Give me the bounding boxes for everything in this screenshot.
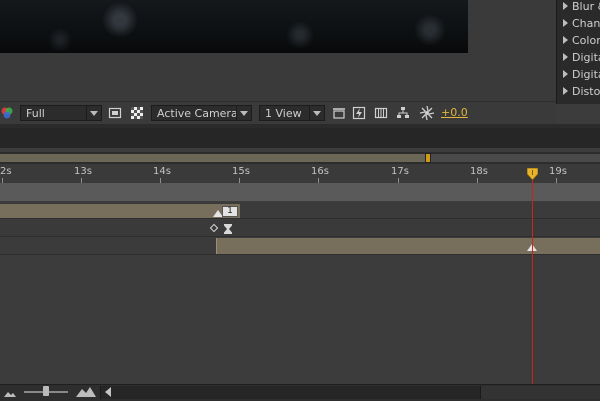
effect-category-label: Chann xyxy=(572,17,600,30)
exposure-icon[interactable] xyxy=(420,106,434,120)
viewer-toolbar: Full Active Camera 1 View +0.0 xyxy=(0,101,556,124)
timeline-empty-area[interactable] xyxy=(0,256,600,384)
effect-category-label: Color xyxy=(572,34,600,47)
effect-category-item[interactable]: Digita xyxy=(563,68,600,82)
effect-category-label: Distor xyxy=(572,85,600,98)
scrollbar-thumb[interactable] xyxy=(480,386,600,399)
work-area-range[interactable] xyxy=(0,154,428,162)
exposure-value[interactable]: +0.0 xyxy=(441,106,468,119)
hold-keyframe-icon[interactable] xyxy=(224,224,232,234)
zoom-slider-thumb[interactable] xyxy=(43,386,49,396)
ruler-label: 19s xyxy=(549,166,567,177)
layer-duration-bar[interactable] xyxy=(0,204,240,218)
work-area-end-handle[interactable] xyxy=(425,153,431,163)
resolution-value: Full xyxy=(26,107,45,120)
expand-triangle-icon[interactable] xyxy=(563,2,568,10)
layer-duration-bar[interactable] xyxy=(216,238,600,254)
layer-track[interactable] xyxy=(0,220,600,237)
expand-triangle-icon[interactable] xyxy=(563,19,568,27)
region-of-interest-icon[interactable] xyxy=(108,106,122,120)
chevron-down-icon xyxy=(86,106,101,120)
current-time-indicator-line[interactable] xyxy=(532,176,533,384)
composition-preview-image[interactable] xyxy=(0,0,468,53)
work-area-remaining xyxy=(428,154,600,162)
layer-marker-badge[interactable]: 1 xyxy=(222,206,238,217)
ruler-label: 2s xyxy=(0,166,12,177)
effect-category-item[interactable]: Distor xyxy=(563,85,600,99)
timeline-panel-header xyxy=(0,128,600,148)
effect-category-item[interactable]: Chann xyxy=(563,17,600,31)
chevron-down-icon xyxy=(236,106,251,120)
zoom-in-icon[interactable] xyxy=(76,385,96,397)
expand-triangle-icon[interactable] xyxy=(563,36,568,44)
expand-triangle-icon[interactable] xyxy=(563,87,568,95)
effects-presets-panel: Blur & Chann Color Digita Digita Distor xyxy=(556,0,600,104)
camera-value: Active Camera xyxy=(157,107,238,120)
chevron-down-icon xyxy=(309,106,324,120)
ruler-label: 15s xyxy=(232,166,250,177)
scroll-left-arrow-icon[interactable] xyxy=(104,387,112,397)
expand-triangle-icon[interactable] xyxy=(563,70,568,78)
ruler-label: 18s xyxy=(470,166,488,177)
view-layout-dropdown[interactable]: 1 View xyxy=(259,105,325,121)
time-navigator-band[interactable] xyxy=(0,183,600,201)
effect-category-item[interactable]: Color xyxy=(563,34,600,48)
expand-triangle-icon[interactable] xyxy=(563,53,568,61)
toggle-pixel-aspect-icon[interactable] xyxy=(332,106,346,120)
color-channels-icon[interactable] xyxy=(0,106,14,120)
zoom-out-icon[interactable] xyxy=(4,387,16,397)
timeline-icon[interactable] xyxy=(374,106,388,120)
effect-category-label: Blur & xyxy=(572,0,600,13)
camera-dropdown[interactable]: Active Camera xyxy=(151,105,252,121)
effect-category-item[interactable]: Digita xyxy=(563,51,600,65)
effect-category-item[interactable]: Blur & xyxy=(563,0,600,14)
resolution-dropdown[interactable]: Full xyxy=(20,105,102,121)
view-layout-value: 1 View xyxy=(265,107,302,120)
ruler-label: 16s xyxy=(311,166,329,177)
ruler-label: 17s xyxy=(391,166,409,177)
transparency-grid-icon[interactable] xyxy=(130,106,144,120)
timeline-horizontal-scrollbar[interactable] xyxy=(100,386,481,399)
composition-viewer[interactable] xyxy=(0,0,556,101)
effect-category-label: Digita xyxy=(572,68,600,81)
ruler-label: 13s xyxy=(74,166,92,177)
current-time-indicator-handle[interactable] xyxy=(527,168,538,180)
ruler-label: 14s xyxy=(153,166,171,177)
effect-category-label: Digita xyxy=(572,51,600,64)
flowchart-icon[interactable] xyxy=(396,106,410,120)
fast-previews-icon[interactable] xyxy=(352,106,366,120)
